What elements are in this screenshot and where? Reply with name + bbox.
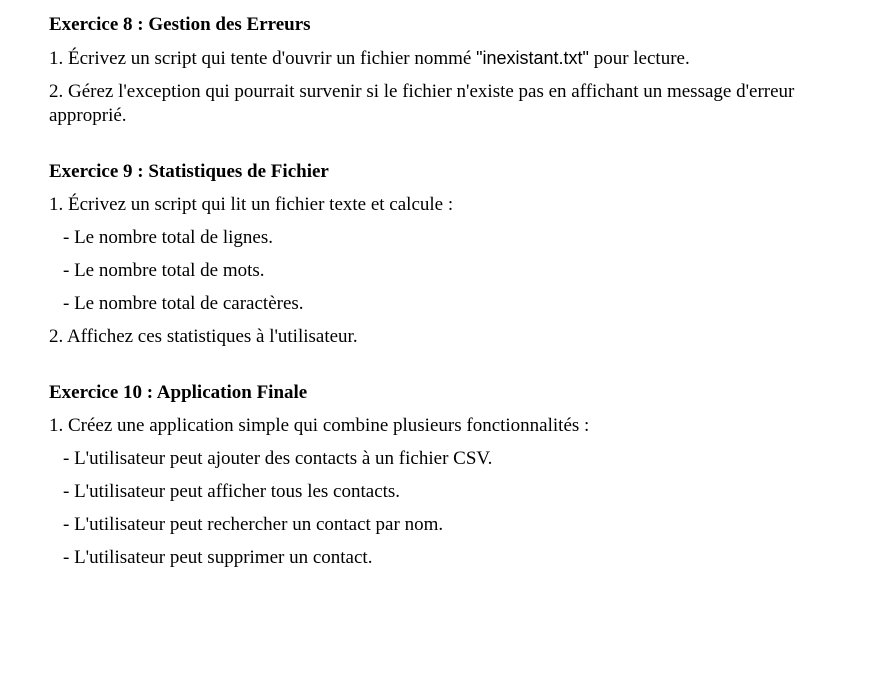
exercise-9-item-1: 1. Écrivez un script qui lit un fichier … bbox=[49, 194, 454, 215]
exercise-9-section: Exercice 9 : Statistiques de Fichier 1. … bbox=[49, 159, 859, 349]
exercise-10-bullet-add: - L'utilisateur peut ajouter des contact… bbox=[63, 448, 493, 469]
exercise-9-heading: Exercice 9 : Statistiques de Fichier bbox=[49, 161, 329, 182]
document-page: Exercice 8 : Gestion des Erreurs 1. Écri… bbox=[49, 12, 859, 601]
exercise-9-bullet-chars: - Le nombre total de caractères. bbox=[63, 293, 304, 314]
exercise-8-item-1-text: 1. Écrivez un script qui tente d'ouvrir … bbox=[49, 48, 477, 69]
exercise-10-bullet-search: - L'utilisateur peut rechercher un conta… bbox=[63, 514, 444, 535]
exercise-10-section: Exercice 10 : Application Finale 1. Crée… bbox=[49, 380, 859, 570]
exercise-8-heading: Exercice 8 : Gestion des Erreurs bbox=[49, 14, 311, 35]
exercise-8-item-1: 1. Écrivez un script qui tente d'ouvrir … bbox=[49, 46, 859, 71]
exercise-10-heading: Exercice 10 : Application Finale bbox=[49, 382, 308, 403]
exercise-9-bullet-words: - Le nombre total de mots. bbox=[63, 260, 265, 281]
exercise-8-filename: "inexistant.txt" bbox=[476, 48, 589, 68]
exercise-10-bullet-show: - L'utilisateur peut afficher tous les c… bbox=[63, 481, 401, 502]
exercise-9-item-2: 2. Affichez ces statistiques à l'utilisa… bbox=[49, 326, 358, 347]
exercise-10-item-1: 1. Créez une application simple qui comb… bbox=[49, 415, 590, 436]
exercise-9-bullet-lines: - Le nombre total de lignes. bbox=[63, 227, 273, 248]
exercise-8-item-1-end: pour lecture. bbox=[588, 48, 690, 69]
exercise-8-section: Exercice 8 : Gestion des Erreurs 1. Écri… bbox=[49, 12, 859, 128]
exercise-10-bullet-delete: - L'utilisateur peut supprimer un contac… bbox=[63, 547, 373, 568]
exercise-8-item-2: 2. Gérez l'exception qui pourrait surven… bbox=[49, 81, 795, 126]
